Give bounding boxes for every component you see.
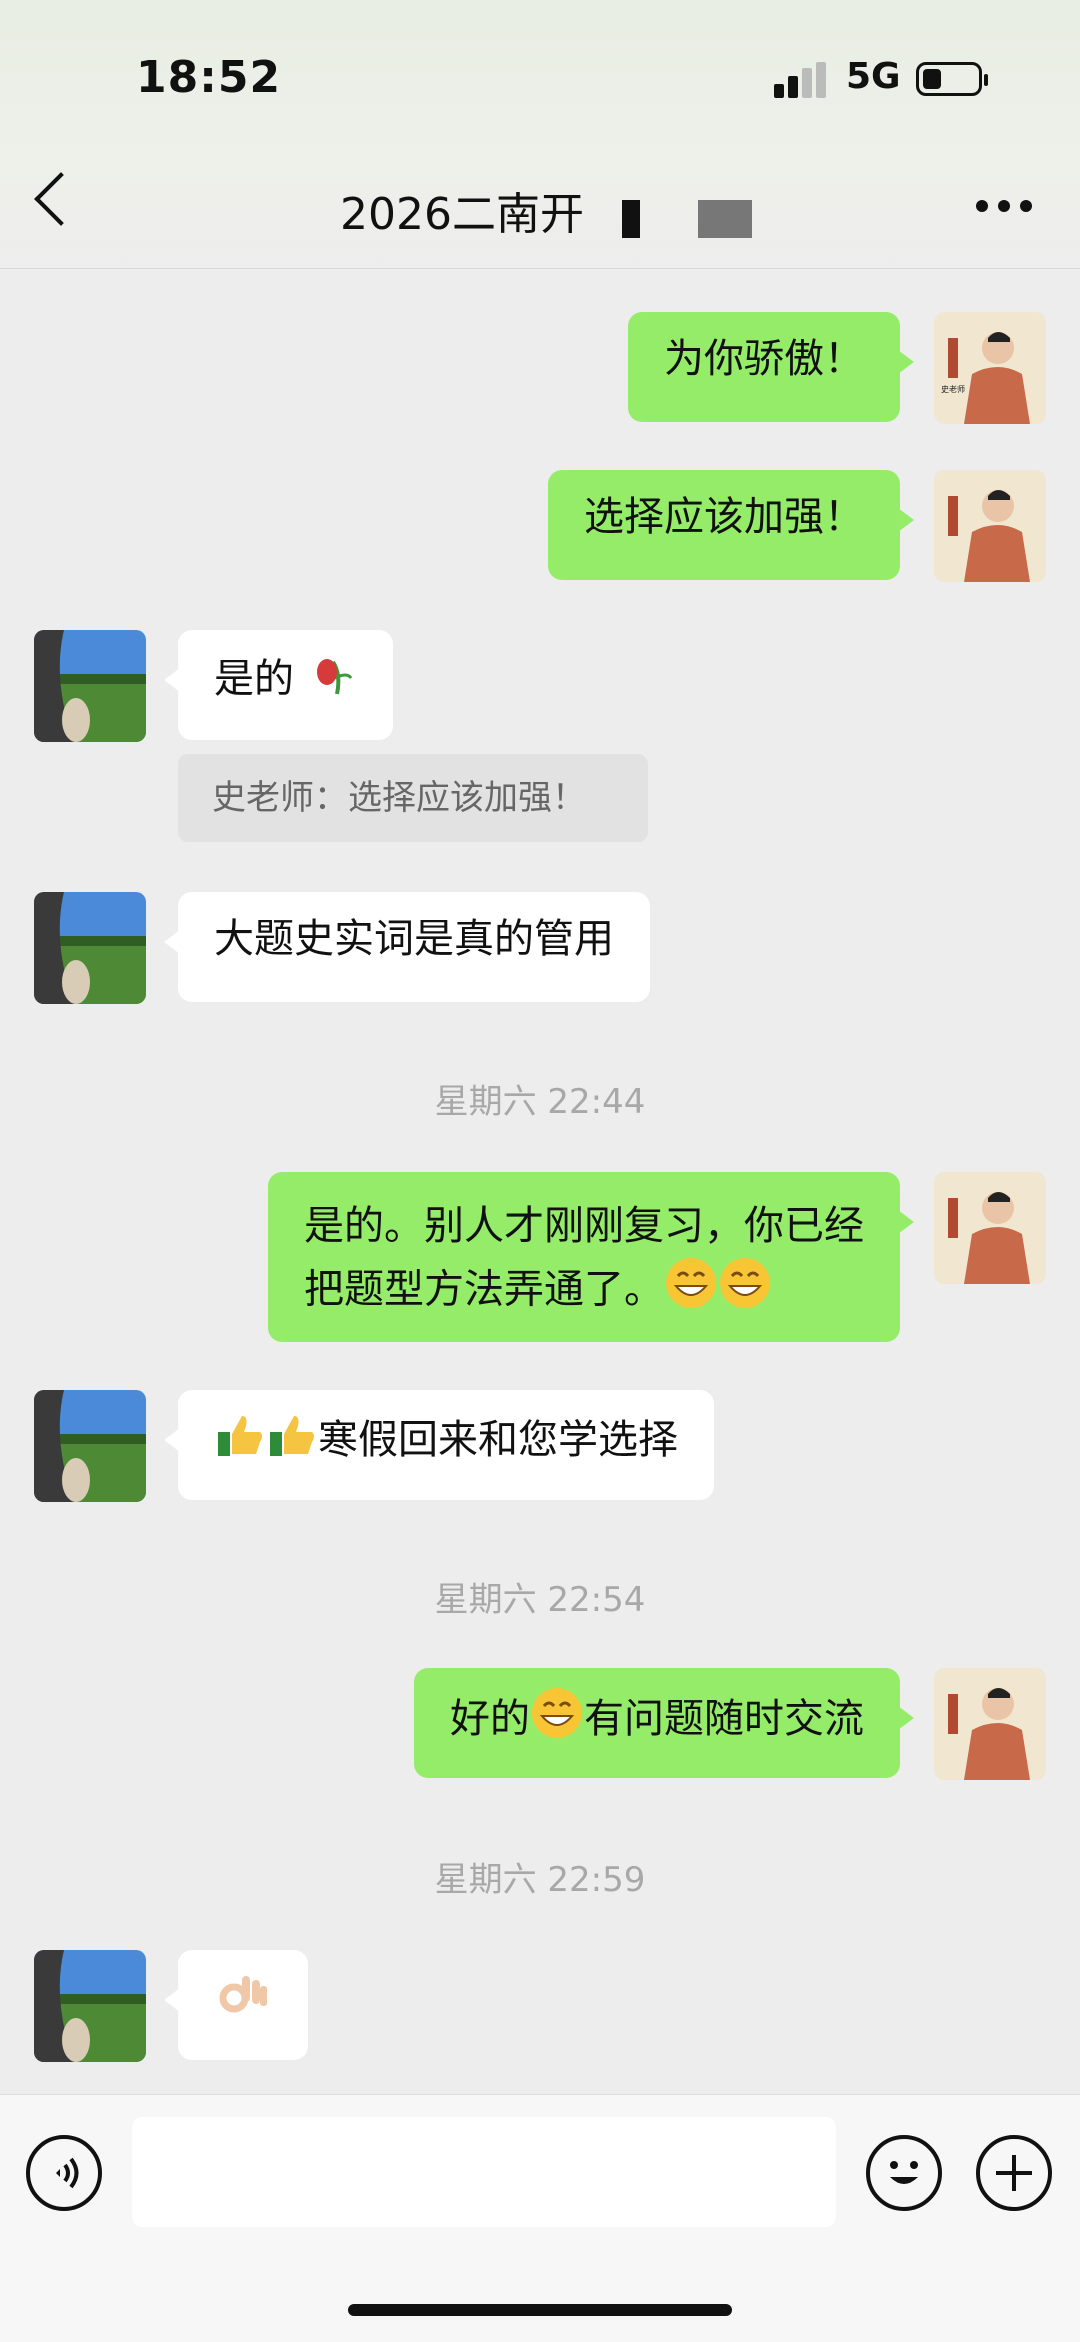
signal-icon <box>774 62 830 98</box>
quoted-message[interactable]: 史老师：选择应该加强！ <box>178 754 648 842</box>
chat-title: 2026二南开 <box>340 189 584 240</box>
message-bubble-sent[interactable]: 为你骄傲！ <box>628 312 914 422</box>
ok-hand-icon <box>214 1968 270 2040</box>
avatar-me[interactable] <box>934 1668 1046 1780</box>
message-input[interactable] <box>132 2117 836 2227</box>
svg-text:史老师: 史老师 <box>941 384 965 394</box>
message-text-line: 把题型方法弄通了。 <box>304 1256 864 1327</box>
redaction-mark <box>622 200 640 238</box>
status-time: 18:52 <box>136 52 282 103</box>
grinning-face-icon <box>718 1256 772 1327</box>
timestamp: 星期六 22:54 <box>434 1580 646 1620</box>
top-bar: 18:52 5G 2026二南开 <box>0 0 1080 269</box>
message-text: 寒假回来和您学选择 <box>318 1417 678 1463</box>
avatar-other[interactable] <box>34 630 146 742</box>
avatar-other[interactable] <box>34 1950 146 2062</box>
message-bubble-received[interactable]: 寒假回来和您学选择 <box>164 1390 714 1500</box>
plus-icon[interactable] <box>976 2135 1052 2211</box>
message-bubble-received[interactable]: 大题史实词是真的管用 <box>164 892 650 1002</box>
voice-icon[interactable] <box>26 2135 102 2211</box>
thumbs-up-icon <box>214 1408 266 1476</box>
grinning-face-icon <box>664 1256 718 1327</box>
message-bubble-sent[interactable]: 是的。别人才刚刚复习，你已经 把题型方法弄通了。 <box>268 1172 914 1342</box>
avatar-me[interactable] <box>934 1172 1046 1284</box>
network-label: 5G <box>846 56 901 97</box>
grinning-face-icon <box>530 1686 584 1756</box>
message-text: 有问题随时交流 <box>584 1696 864 1742</box>
home-indicator[interactable] <box>348 2304 732 2316</box>
message-bubble-sent[interactable]: 好的 有问题随时交流 <box>414 1668 914 1778</box>
redaction-mark <box>698 200 752 238</box>
chevron-left-icon[interactable] <box>34 172 88 226</box>
timestamp: 星期六 22:59 <box>434 1860 646 1900</box>
thumbs-up-icon <box>266 1408 318 1476</box>
timestamp: 星期六 22:44 <box>434 1082 646 1122</box>
message-text: 是的 <box>214 656 294 702</box>
message-bubble-sent[interactable]: 选择应该加强！ <box>548 470 914 580</box>
avatar-me[interactable] <box>934 470 1046 582</box>
message-text-line: 是的。别人才刚刚复习，你已经 <box>304 1203 864 1249</box>
more-dots-icon[interactable] <box>976 200 1032 214</box>
avatar-other[interactable] <box>34 1390 146 1502</box>
message-bubble-received[interactable]: 是的 <box>164 630 393 740</box>
avatar-me[interactable]: 史老师 <box>934 312 1046 424</box>
battery-icon <box>916 62 988 96</box>
message-text: 好的 <box>450 1696 530 1742</box>
wilted-flower-icon <box>307 648 357 714</box>
emoji-icon[interactable] <box>866 2135 942 2211</box>
message-bubble-received[interactable] <box>164 1950 308 2060</box>
avatar-other[interactable] <box>34 892 146 1004</box>
